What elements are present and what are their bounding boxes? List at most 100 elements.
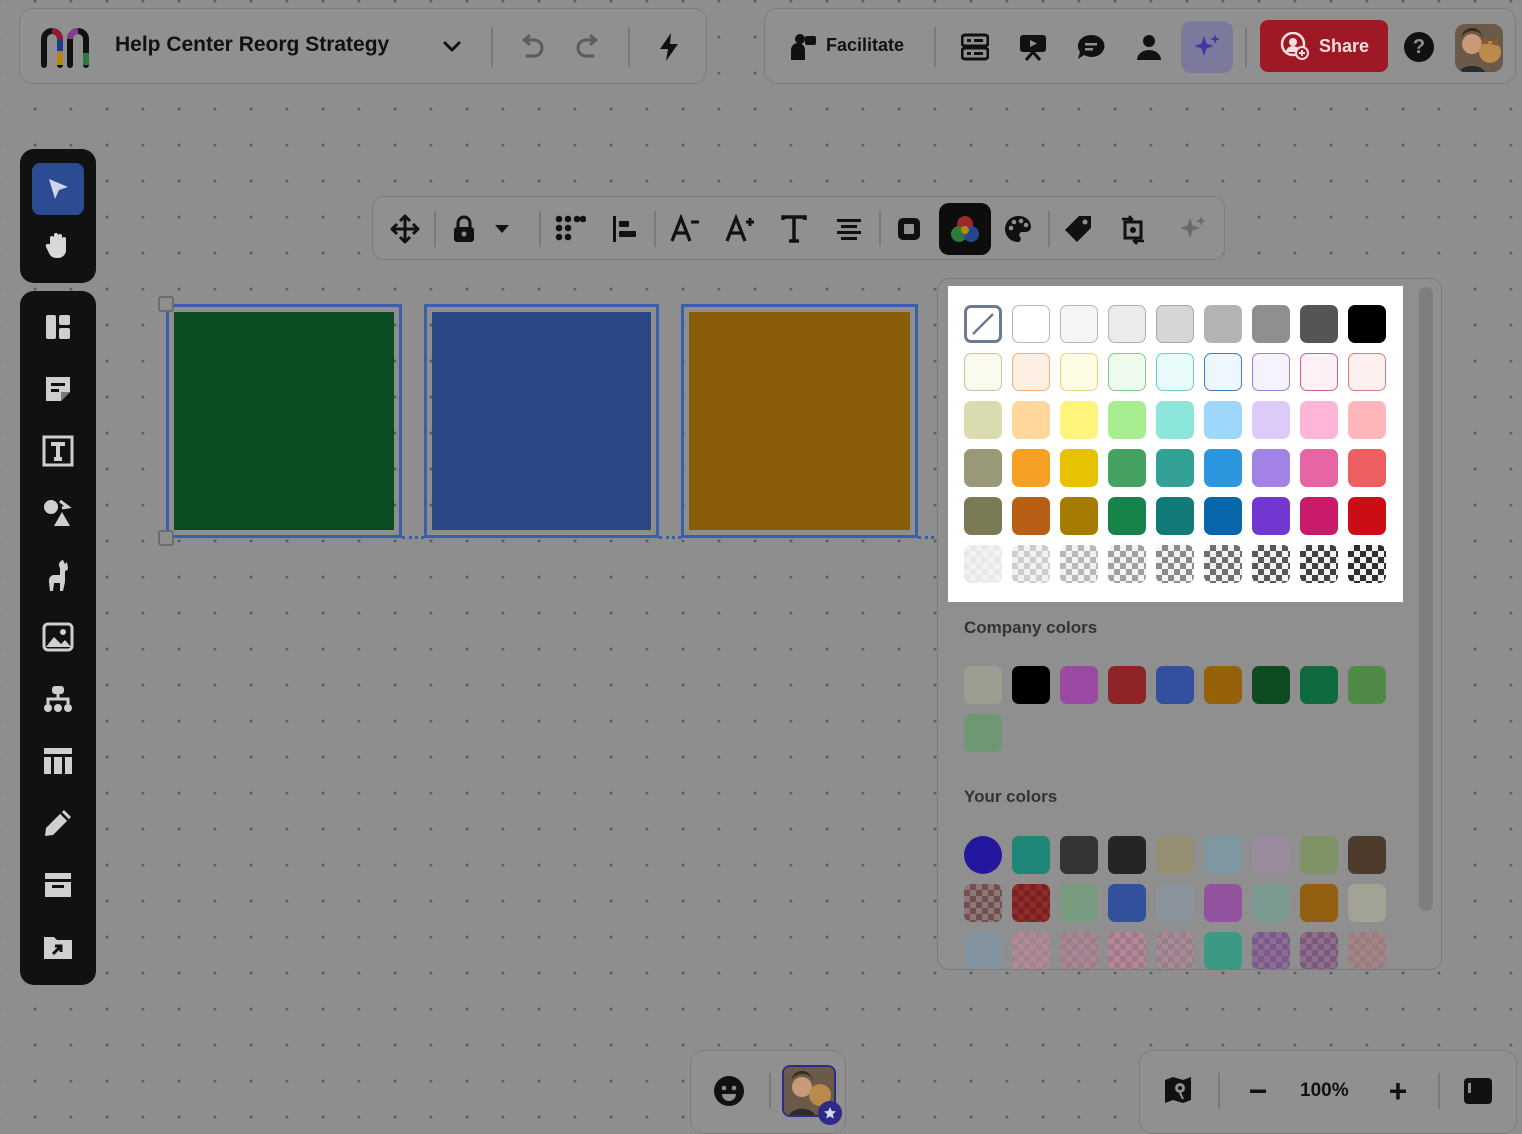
app-logo-icon[interactable] — [34, 23, 98, 71]
align-center-icon[interactable] — [827, 207, 871, 251]
hand-icon[interactable] — [32, 219, 84, 271]
color-swatch[interactable] — [1012, 497, 1050, 535]
saved-color-swatch[interactable] — [1348, 884, 1386, 922]
chevron-down-icon[interactable] — [430, 25, 474, 69]
color-fill-icon[interactable] — [939, 203, 991, 255]
participant-avatar[interactable] — [782, 1065, 842, 1125]
color-swatch[interactable] — [964, 497, 1002, 535]
color-swatch[interactable] — [1300, 449, 1338, 487]
move-icon[interactable] — [383, 207, 427, 251]
saved-color-swatch[interactable] — [1204, 932, 1242, 969]
color-swatch[interactable] — [1348, 449, 1386, 487]
lock-icon[interactable] — [442, 207, 486, 251]
saved-color-swatch[interactable] — [1204, 836, 1242, 874]
saved-color-swatch[interactable] — [1300, 836, 1338, 874]
saved-color-swatch[interactable] — [1204, 884, 1242, 922]
saved-color-swatch[interactable] — [1108, 932, 1146, 969]
color-swatch[interactable] — [1156, 497, 1194, 535]
canvas-shape-green[interactable] — [166, 304, 402, 538]
shapes-icon[interactable] — [32, 487, 84, 539]
color-swatch[interactable] — [1348, 401, 1386, 439]
saved-color-swatch[interactable] — [1060, 884, 1098, 922]
color-swatch[interactable] — [1204, 353, 1242, 391]
saved-color-swatch[interactable] — [1348, 932, 1386, 969]
transparent-color-swatch[interactable] — [1012, 545, 1050, 583]
company-color-swatch[interactable] — [1348, 666, 1386, 704]
font-increase-icon[interactable] — [718, 207, 762, 251]
company-color-swatch[interactable] — [1156, 666, 1194, 704]
panel-toggle-icon[interactable] — [1456, 1069, 1500, 1113]
color-swatch[interactable] — [1156, 305, 1194, 343]
color-swatch[interactable] — [1060, 305, 1098, 343]
select-cursor-icon[interactable] — [32, 163, 84, 215]
color-swatch[interactable] — [1300, 353, 1338, 391]
saved-color-swatch[interactable] — [1156, 836, 1194, 874]
image-icon[interactable] — [32, 611, 84, 663]
help-icon[interactable]: ? — [1397, 25, 1441, 69]
text-icon[interactable] — [32, 425, 84, 477]
color-swatch[interactable] — [1156, 353, 1194, 391]
saved-color-swatch[interactable] — [964, 836, 1002, 874]
saved-color-swatch[interactable] — [1012, 884, 1050, 922]
resize-handle[interactable] — [158, 530, 174, 546]
color-swatch[interactable] — [1252, 353, 1290, 391]
color-swatch[interactable] — [1060, 497, 1098, 535]
color-swatch[interactable] — [1348, 305, 1386, 343]
color-swatch[interactable] — [1252, 497, 1290, 535]
color-swatch[interactable] — [1060, 449, 1098, 487]
color-swatch[interactable] — [1204, 401, 1242, 439]
redo-icon[interactable] — [566, 25, 610, 69]
grid-layout-icon[interactable] — [548, 207, 592, 251]
transparent-color-swatch[interactable] — [1060, 545, 1098, 583]
canvas-shape-blue[interactable] — [424, 304, 659, 538]
list-icon[interactable] — [953, 25, 997, 69]
company-color-swatch[interactable] — [1204, 666, 1242, 704]
upload-icon[interactable] — [32, 921, 84, 973]
color-swatch[interactable] — [1252, 305, 1290, 343]
transparent-color-swatch[interactable] — [1156, 545, 1194, 583]
transform-icon[interactable] — [1111, 207, 1155, 251]
color-swatch[interactable] — [1204, 449, 1242, 487]
saved-color-swatch[interactable] — [1060, 836, 1098, 874]
color-swatch[interactable] — [1252, 449, 1290, 487]
color-swatch[interactable] — [1156, 401, 1194, 439]
avatar[interactable] — [1455, 24, 1503, 72]
saved-color-swatch[interactable] — [1012, 836, 1050, 874]
color-swatch[interactable] — [1108, 353, 1146, 391]
color-swatch[interactable] — [1012, 353, 1050, 391]
saved-color-swatch[interactable] — [1108, 836, 1146, 874]
undo-icon[interactable] — [510, 25, 554, 69]
canvas-shape-mustard[interactable] — [681, 304, 918, 538]
font-decrease-icon[interactable] — [663, 207, 707, 251]
popover-scrollbar[interactable] — [1419, 287, 1433, 911]
lightning-icon[interactable] — [647, 25, 691, 69]
frame-icon[interactable] — [32, 859, 84, 911]
color-swatch[interactable] — [1300, 305, 1338, 343]
ai-sparkle-icon[interactable] — [1171, 207, 1215, 251]
color-swatch[interactable] — [964, 353, 1002, 391]
saved-color-swatch[interactable] — [964, 932, 1002, 969]
board-title[interactable]: Help Center Reorg Strategy — [115, 33, 389, 57]
zoom-level[interactable]: 100% — [1300, 1080, 1349, 1102]
pen-icon[interactable] — [32, 797, 84, 849]
transparent-color-swatch[interactable] — [1252, 545, 1290, 583]
saved-color-swatch[interactable] — [1156, 932, 1194, 969]
transparent-color-swatch[interactable] — [1108, 545, 1146, 583]
templates-icon[interactable] — [32, 301, 84, 353]
color-swatch[interactable] — [1348, 497, 1386, 535]
sticky-note-icon[interactable] — [32, 363, 84, 415]
mindmap-icon[interactable] — [32, 673, 84, 725]
saved-color-swatch[interactable] — [1252, 836, 1290, 874]
user-icon[interactable] — [1127, 25, 1171, 69]
company-color-swatch[interactable] — [1300, 666, 1338, 704]
saved-color-swatch[interactable] — [1300, 932, 1338, 969]
company-color-swatch[interactable] — [1060, 666, 1098, 704]
ai-sparkle-icon[interactable] — [1181, 21, 1233, 73]
company-color-swatch[interactable] — [964, 714, 1002, 752]
color-swatch[interactable] — [964, 401, 1002, 439]
transparent-color-swatch[interactable] — [1348, 545, 1386, 583]
palette-icon[interactable] — [996, 207, 1040, 251]
saved-color-swatch[interactable] — [1108, 884, 1146, 922]
saved-color-swatch[interactable] — [964, 884, 1002, 922]
color-swatch[interactable] — [1300, 401, 1338, 439]
